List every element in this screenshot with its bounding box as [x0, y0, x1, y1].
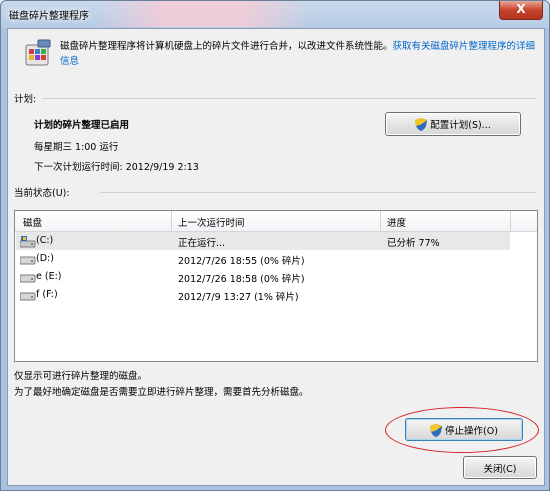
schedule-status: 计划的碎片整理已启用 — [34, 120, 130, 131]
configure-schedule-label: 配置计划(S)... — [430, 120, 491, 131]
defrag-window: 磁盘碎片整理程序 X 磁盘碎片整理程序将计算机硬盘上的碎片文件进行合并，以改进文… — [0, 0, 550, 491]
hard-drive-icon — [19, 292, 36, 304]
schedule-section-label: 计划: — [14, 94, 37, 105]
column-header-progress[interactable]: 进度 — [387, 215, 406, 229]
column-divider[interactable] — [171, 211, 172, 231]
disk-row[interactable]: (C:) 正在运行... 已分析 77% — [16, 232, 510, 250]
intro-description: 磁盘碎片整理程序将计算机硬盘上的碎片文件进行合并，以改进文件系统性能。 — [60, 41, 393, 52]
hard-drive-icon — [19, 256, 36, 268]
column-header-last-run[interactable]: 上一次运行时间 — [178, 215, 245, 229]
close-icon: X — [516, 2, 526, 16]
defrag-app-icon — [24, 39, 52, 67]
disk-name: (C:) — [36, 235, 54, 246]
disk-last-run: 2012/7/26 18:55 (0% 碎片) — [178, 256, 305, 267]
schedule-next-run: 下一次计划运行时间: 2012/9/19 2:13 — [34, 162, 199, 173]
schedule-run-time: 每星期三 1:00 运行 — [34, 142, 119, 153]
disk-name: f (F:) — [36, 289, 58, 300]
disk-row[interactable]: e (E:) 2012/7/26 18:58 (0% 碎片) — [16, 268, 510, 286]
column-header-disk[interactable]: 磁盘 — [23, 215, 42, 229]
uac-shield-icon — [415, 118, 428, 134]
window-close-button[interactable]: X — [499, 1, 543, 20]
column-divider[interactable] — [380, 211, 381, 231]
disk-row[interactable]: f (F:) 2012/7/9 13:27 (1% 碎片) — [16, 286, 510, 304]
disk-list[interactable]: 磁盘 上一次运行时间 进度 (C:) 正在运行... 已分析 77% (D:) … — [14, 210, 538, 362]
title-bar[interactable]: 磁盘碎片整理程序 X — [1, 1, 549, 27]
close-button[interactable]: 关闭(C) — [463, 456, 537, 479]
hard-drive-icon — [19, 274, 36, 286]
disk-row[interactable]: (D:) 2012/7/26 18:55 (0% 碎片) — [16, 250, 510, 268]
status-section-label: 当前状态(U): — [14, 188, 70, 199]
disk-last-run: 2012/7/26 18:58 (0% 碎片) — [178, 274, 305, 285]
system-drive-icon — [19, 236, 36, 251]
title-background-art — [96, 1, 311, 27]
disk-progress: 已分析 77% — [387, 238, 440, 249]
schedule-divider — [42, 98, 536, 99]
close-button-label: 关闭(C) — [483, 464, 517, 475]
analyze-advice-note: 为了最好地确定磁盘是否需要立即进行碎片整理，需要首先分析磁盘。 — [14, 387, 309, 398]
dialog-body: 磁盘碎片整理程序将计算机硬盘上的碎片文件进行合并，以改进文件系统性能。获取有关磁… — [7, 28, 545, 486]
window-title: 磁盘碎片整理程序 — [9, 11, 89, 22]
disk-last-run: 正在运行... — [178, 238, 226, 249]
disk-name: (D:) — [36, 253, 54, 264]
disk-name: e (E:) — [36, 271, 62, 282]
status-divider — [100, 192, 536, 193]
disk-list-header: 磁盘 上一次运行时间 进度 — [15, 211, 537, 232]
column-divider[interactable] — [510, 211, 511, 231]
disk-list-note: 仅显示可进行碎片整理的磁盘。 — [14, 371, 148, 382]
highlight-annotation-ring — [385, 407, 539, 453]
intro-text: 磁盘碎片整理程序将计算机硬盘上的碎片文件进行合并，以改进文件系统性能。获取有关磁… — [60, 39, 538, 69]
disk-last-run: 2012/7/9 13:27 (1% 碎片) — [178, 292, 299, 303]
configure-schedule-button[interactable]: 配置计划(S)... — [385, 112, 521, 136]
